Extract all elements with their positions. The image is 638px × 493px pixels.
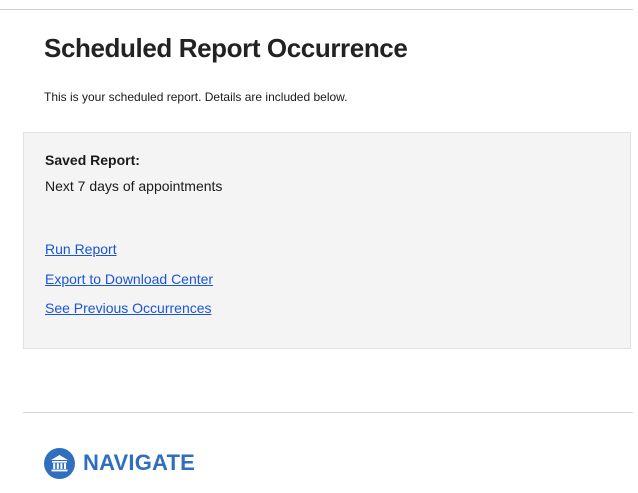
- brand-name: NAVIGATE: [83, 450, 196, 475]
- export-download-center-link[interactable]: Export to Download Center: [45, 271, 213, 287]
- top-divider: [0, 9, 633, 10]
- see-previous-occurrences-link[interactable]: See Previous Occurrences: [45, 300, 212, 316]
- footer-divider: [23, 412, 633, 413]
- saved-report-label: Saved Report:: [45, 152, 140, 168]
- institution-icon: [44, 447, 75, 479]
- intro-text: This is your scheduled report. Details a…: [44, 90, 348, 104]
- brand-logo: NAVIGATE: [44, 447, 195, 479]
- saved-report-name: Next 7 days of appointments: [45, 178, 223, 194]
- page-title: Scheduled Report Occurrence: [44, 33, 408, 63]
- report-details-panel: Saved Report: Next 7 days of appointment…: [23, 132, 631, 349]
- run-report-link[interactable]: Run Report: [45, 241, 117, 257]
